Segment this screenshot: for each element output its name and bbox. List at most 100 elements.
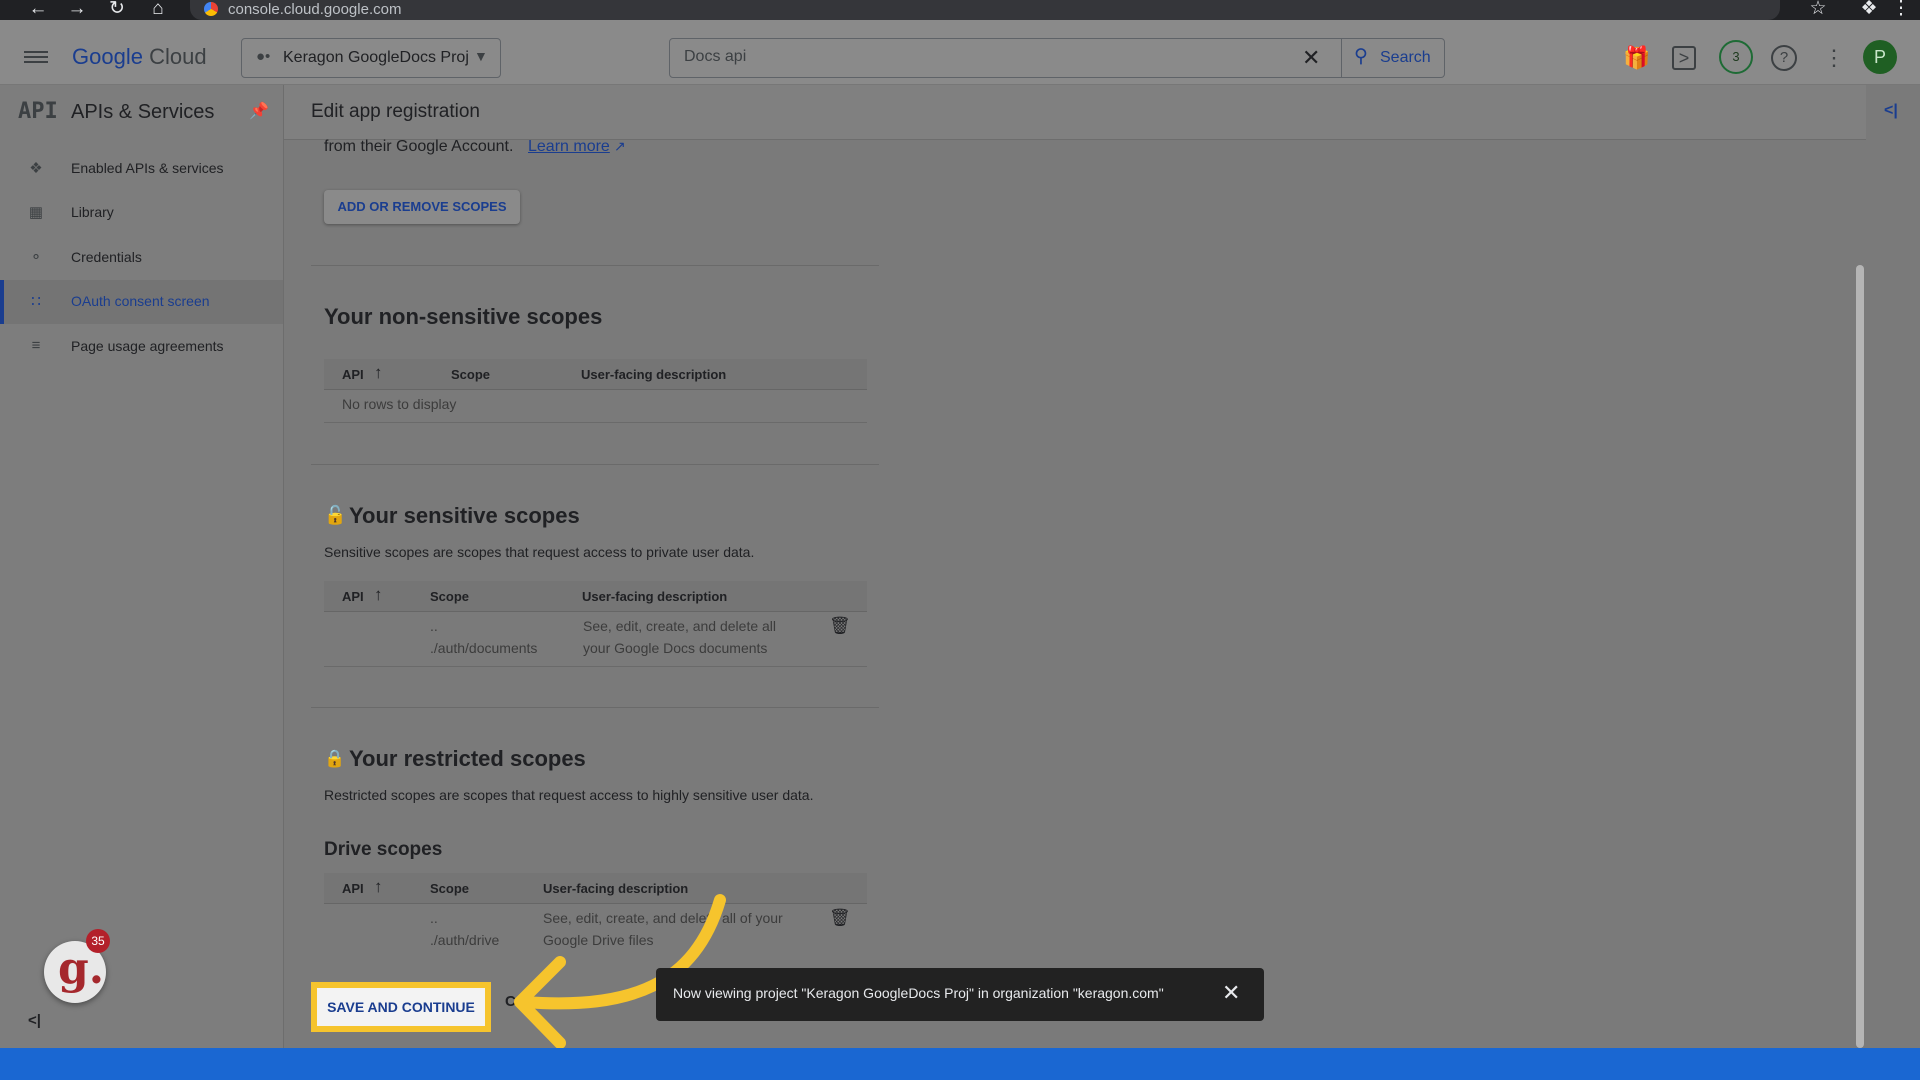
- settings-list-icon: ≡: [31, 337, 41, 354]
- empty-table-text: No rows to display: [342, 396, 457, 412]
- column-description: User-facing description: [581, 367, 727, 382]
- url-text: console.cloud.google.com: [228, 1, 402, 18]
- consent-icon: ∷: [31, 293, 41, 310]
- table-border: [324, 422, 867, 423]
- logo-cloud: Cloud: [149, 44, 207, 69]
- intro-text: from their Google Account.: [324, 138, 514, 155]
- extension-widget[interactable]: g. 35: [44, 929, 110, 1003]
- scope-cell: ./auth/documents: [430, 640, 538, 656]
- table-border: [324, 666, 867, 667]
- project-icon: ●•: [256, 48, 271, 65]
- sidebar-item-enabled-apis[interactable]: ❖ Enabled APIs & services: [0, 147, 283, 191]
- search-button[interactable]: ⚲ Search: [1341, 39, 1444, 77]
- sidebar-item-label: Page usage agreements: [71, 338, 224, 354]
- non-sensitive-scopes-table: API ↑ Scope User-facing description No r…: [324, 359, 867, 423]
- scrollbar[interactable]: [1856, 265, 1864, 1048]
- save-and-continue-button[interactable]: SAVE AND CONTINUE: [311, 982, 491, 1032]
- project-selector[interactable]: ●• Keragon GoogleDocs Proj ▼: [241, 38, 501, 78]
- close-icon[interactable]: ✕: [1222, 980, 1240, 1006]
- reload-icon[interactable]: ↻: [106, 0, 128, 20]
- sidebar-item-oauth-consent[interactable]: ∷ OAuth consent screen: [0, 280, 283, 324]
- column-api[interactable]: API: [342, 589, 364, 604]
- sidebar-item-label: OAuth consent screen: [71, 293, 210, 309]
- divider: [311, 464, 879, 465]
- divider: [311, 707, 879, 708]
- avatar[interactable]: P: [1863, 40, 1897, 74]
- sort-arrow-up-icon[interactable]: ↑: [374, 877, 383, 897]
- external-link-icon: ↗: [614, 138, 626, 154]
- sensitive-scopes-title: Your sensitive scopes: [349, 503, 580, 528]
- scope-cell: ..: [430, 618, 438, 634]
- project-name: Keragon GoogleDocs Proj: [283, 49, 469, 66]
- sensitive-scopes-table: API ↑ Scope User-facing description .. .…: [324, 581, 867, 667]
- sidebar-item-page-usage[interactable]: ≡ Page usage agreements: [0, 325, 283, 369]
- snackbar-text: Now viewing project "Keragon GoogleDocs …: [673, 985, 1164, 1001]
- restricted-scopes-title: Your restricted scopes: [349, 746, 586, 771]
- sort-arrow-up-icon[interactable]: ↑: [374, 363, 383, 383]
- search-button-label: Search: [1380, 49, 1431, 66]
- column-scope: Scope: [451, 367, 491, 382]
- divider: [311, 265, 879, 266]
- lock-icon: 🔒: [324, 749, 346, 768]
- drive-scopes-title: Drive scopes: [324, 839, 443, 860]
- notifications-badge[interactable]: 3: [1719, 40, 1753, 74]
- collapse-sidebar-icon[interactable]: <|: [28, 1012, 41, 1029]
- library-icon: ▦: [28, 204, 44, 221]
- non-sensitive-scopes-title: Your non-sensitive scopes: [324, 304, 603, 329]
- help-icon[interactable]: ?: [1771, 45, 1797, 71]
- sidebar-item-credentials[interactable]: ⚬ Credentials: [0, 236, 283, 280]
- cloud-shell-icon[interactable]: >: [1672, 46, 1696, 70]
- learn-more-link[interactable]: Learn more: [528, 138, 610, 156]
- restricted-scopes-desc: Restricted scopes are scopes that reques…: [324, 787, 814, 803]
- column-description: User-facing description: [582, 589, 728, 604]
- sort-arrow-up-icon[interactable]: ↑: [374, 585, 383, 605]
- search-input[interactable]: [682, 47, 1246, 67]
- back-icon[interactable]: ←: [27, 0, 49, 20]
- add-remove-scopes-button[interactable]: ADD OR REMOVE SCOPES: [324, 190, 520, 224]
- chevron-down-icon: ▼: [474, 48, 488, 64]
- sidebar-item-label: Enabled APIs & services: [71, 160, 224, 176]
- table-header: API ↑ Scope User-facing description: [324, 359, 867, 390]
- sidebar-item-label: Credentials: [71, 249, 142, 265]
- google-cloud-logo[interactable]: Google Cloud: [72, 44, 207, 70]
- page-header: Edit app registration: [284, 85, 1866, 140]
- sidebar: API APIs & Services 📌 ❖ Enabled APIs & s…: [0, 85, 284, 1048]
- column-scope: Scope: [430, 589, 470, 604]
- api-logo-icon: API: [18, 99, 58, 124]
- home-icon[interactable]: ⌂: [147, 0, 169, 20]
- logo-google: Google: [72, 44, 143, 69]
- extension-count-badge: 35: [86, 929, 110, 953]
- sidebar-item-label: Library: [71, 204, 114, 220]
- sensitive-scopes-desc: Sensitive scopes are scopes that request…: [324, 544, 755, 560]
- lock-open-icon: 🔓: [324, 505, 347, 525]
- main-menu-icon[interactable]: [24, 48, 48, 66]
- page-title: Edit app registration: [311, 101, 480, 122]
- description-cell: See, edit, create, and delete all: [583, 618, 777, 634]
- search-bar[interactable]: ✕ ⚲ Search: [669, 38, 1445, 78]
- snackbar: Now viewing project "Keragon GoogleDocs …: [656, 968, 1264, 1021]
- extensions-icon[interactable]: ❖: [1858, 0, 1880, 20]
- sidebar-title: APIs & Services: [71, 101, 215, 123]
- delete-icon[interactable]: 🗑: [829, 908, 851, 928]
- delete-icon[interactable]: 🗑: [829, 616, 851, 636]
- column-api[interactable]: API: [342, 367, 364, 382]
- gift-icon[interactable]: 🎁: [1623, 44, 1651, 72]
- services-icon: ❖: [29, 160, 43, 177]
- browser-menu-icon[interactable]: ⋮: [1890, 0, 1912, 20]
- collapse-panel-icon[interactable]: <|: [1884, 102, 1898, 120]
- search-icon: ⚲: [1354, 46, 1368, 67]
- sidebar-item-library[interactable]: ▦ Library: [0, 191, 283, 235]
- bottom-bar: [0, 1048, 1920, 1080]
- scope-cell: ./auth/drive: [430, 932, 500, 948]
- browser-toolbar: ← → ↻ ⌂ console.cloud.google.com ☆ ❖ ⋮: [0, 0, 1920, 20]
- forward-icon[interactable]: →: [66, 0, 88, 20]
- pin-icon[interactable]: 📌: [249, 101, 269, 121]
- column-api[interactable]: API: [342, 881, 364, 896]
- column-scope: Scope: [430, 881, 470, 896]
- key-icon: ⚬: [29, 249, 43, 266]
- address-bar[interactable]: console.cloud.google.com: [190, 0, 1780, 20]
- more-options-icon[interactable]: ⋮: [1820, 44, 1848, 72]
- bookmark-star-icon[interactable]: ☆: [1807, 0, 1829, 20]
- table-header: API ↑ Scope User-facing description: [324, 581, 867, 612]
- clear-search-icon[interactable]: ✕: [1302, 45, 1320, 71]
